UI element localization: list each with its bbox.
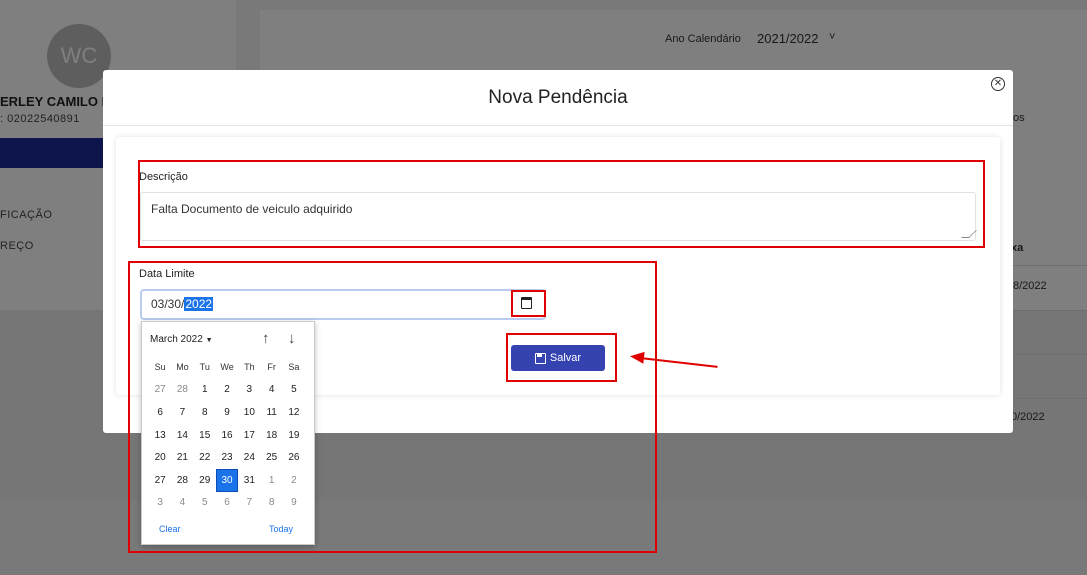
calendar-day[interactable]: 14 (171, 424, 193, 447)
calendar-day[interactable]: 4 (260, 379, 282, 402)
calendar-day[interactable]: 3 (238, 379, 260, 402)
calendar-day[interactable]: 16 (216, 424, 238, 447)
arrow-up-icon[interactable]: ↑ (262, 330, 270, 347)
calendar-day[interactable]: 26 (283, 446, 305, 469)
calendar-day[interactable]: 5 (194, 492, 216, 515)
calendar-day[interactable]: 5 (283, 379, 305, 402)
calendar-day[interactable]: 28 (171, 469, 193, 492)
calendar-day[interactable]: 6 (149, 401, 171, 424)
clear-button[interactable]: Clear (159, 524, 181, 534)
caret-down-icon: ▼ (205, 337, 213, 344)
month-label: March 2022 (150, 334, 203, 345)
today-button[interactable]: Today (269, 524, 293, 534)
calendar-day[interactable]: 17 (238, 424, 260, 447)
annotation-box-calendar-icon (511, 290, 546, 317)
calendar-day[interactable]: 12 (283, 401, 305, 424)
calendar-day[interactable]: 8 (194, 401, 216, 424)
calendar-day[interactable]: 31 (238, 469, 260, 492)
close-icon[interactable]: ✕ (991, 77, 1005, 91)
calendar-day[interactable]: 1 (194, 379, 216, 402)
calendar-day[interactable]: 18 (260, 424, 282, 447)
calendar-day[interactable]: 19 (283, 424, 305, 447)
annotation-arrow-head (629, 350, 645, 364)
calendar-day[interactable]: 1 (260, 469, 282, 492)
weekday-header: Sa (288, 362, 300, 373)
calendar-day[interactable]: 2 (216, 379, 238, 402)
weekday-header: Su (154, 362, 166, 373)
modal-title: Nova Pendência (488, 87, 628, 108)
weekday-header: Tu (199, 362, 210, 373)
calendar-grid: Su Mo Tu We Th Fr Sa 27 28 1 2 3 4 5 6 7 8 9 10 11 12 13 14 15 1… (149, 356, 305, 514)
calendar-day[interactable]: 7 (238, 492, 260, 515)
calendar-day[interactable]: 13 (149, 424, 171, 447)
calendar-day[interactable]: 23 (216, 446, 238, 469)
calendar-day[interactable]: 27 (149, 379, 171, 402)
calendar-day[interactable]: 28 (171, 379, 193, 402)
calendar-day[interactable]: 25 (260, 446, 282, 469)
arrow-down-icon[interactable]: ↓ (288, 330, 296, 347)
weekday-header: Fr (267, 362, 276, 373)
calendar-day[interactable]: 20 (149, 446, 171, 469)
calendar-day[interactable]: 24 (238, 446, 260, 469)
calendar-day-selected[interactable]: 30 (215, 468, 239, 492)
calendar-day[interactable]: 8 (260, 492, 282, 515)
month-year-selector[interactable]: March 2022 ▼ (150, 334, 213, 345)
date-picker-popup: March 2022 ▼ ↑ ↓ Su Mo Tu We Th Fr Sa 27 28 1 2 3 4 5… (141, 321, 315, 545)
modal-divider (103, 125, 1013, 126)
calendar-day[interactable]: 21 (171, 446, 193, 469)
calendar-day[interactable]: 2 (283, 469, 305, 492)
calendar-day[interactable]: 4 (171, 492, 193, 515)
calendar-day[interactable]: 22 (194, 446, 216, 469)
annotation-box-save (506, 333, 617, 382)
calendar-day[interactable]: 10 (238, 401, 260, 424)
weekday-header: Mo (176, 362, 189, 373)
calendar-day[interactable]: 27 (149, 469, 171, 492)
calendar-day[interactable]: 3 (149, 492, 171, 515)
calendar-day[interactable]: 6 (216, 492, 238, 515)
calendar-day[interactable]: 11 (260, 401, 282, 424)
calendar-day[interactable]: 9 (283, 492, 305, 515)
annotation-box-descricao (138, 160, 985, 248)
calendar-day[interactable]: 9 (216, 401, 238, 424)
calendar-day[interactable]: 15 (194, 424, 216, 447)
weekday-header: Th (244, 362, 255, 373)
calendar-day[interactable]: 7 (171, 401, 193, 424)
weekday-header: We (220, 362, 234, 373)
calendar-day[interactable]: 29 (194, 469, 216, 492)
